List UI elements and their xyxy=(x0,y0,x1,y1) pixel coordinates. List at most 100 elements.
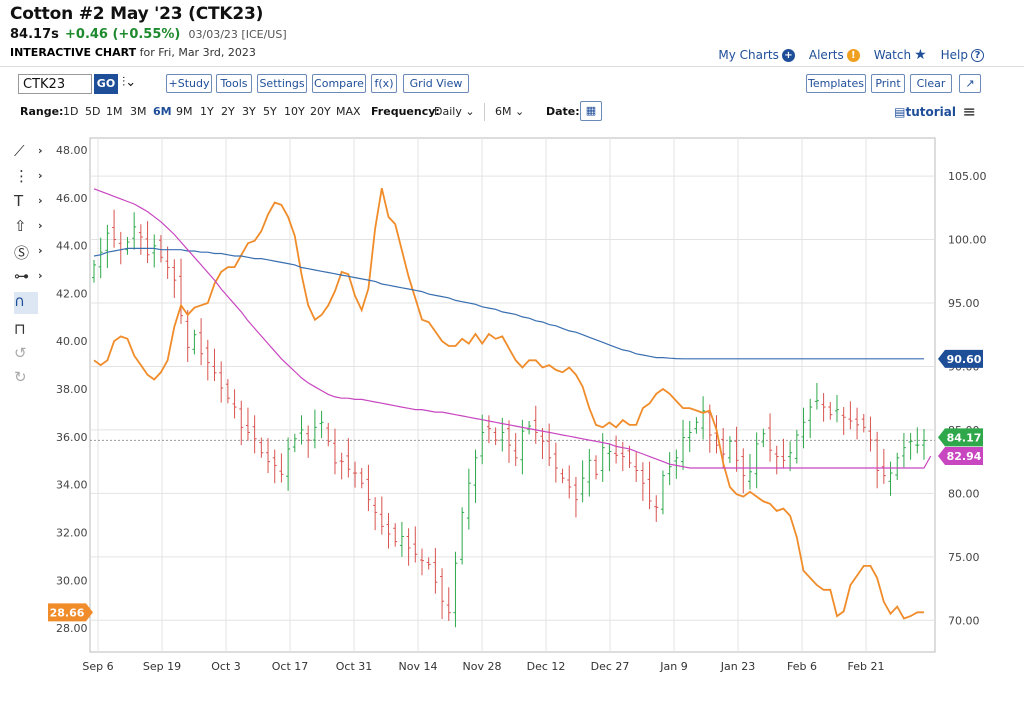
expand-icon[interactable]: ↗ xyxy=(959,74,981,93)
ohlc-bar xyxy=(138,224,143,255)
ohlc-bar xyxy=(252,415,257,454)
symbol-tool[interactable]: Ⓢ › xyxy=(14,242,50,264)
range-9m[interactable]: 9M xyxy=(176,105,193,118)
x-tick-label: Oct 3 xyxy=(211,660,241,673)
range-3y[interactable]: 3Y xyxy=(242,105,256,118)
trendline-tool[interactable]: ⟋ › xyxy=(14,142,50,164)
ohlc-bar xyxy=(694,417,699,434)
ohlc-bar xyxy=(386,513,391,549)
right-tick-label: 85.00 xyxy=(948,424,980,437)
symbol-input[interactable]: CTK23 xyxy=(18,74,92,94)
date-label: Date: xyxy=(546,105,580,118)
range-10y[interactable]: 10Y xyxy=(284,105,305,118)
ohlc-bar xyxy=(245,407,250,441)
ohlc-bar xyxy=(674,449,679,479)
undo-button[interactable]: ↺ xyxy=(14,344,50,366)
tools-button[interactable]: Tools xyxy=(216,74,252,93)
ohlc-bar xyxy=(473,449,478,503)
chart-subtitle-date: for Fri, Mar 3rd, 2023 xyxy=(139,46,256,59)
range-1y[interactable]: 1Y xyxy=(200,105,214,118)
lock-tool[interactable]: ⊓ xyxy=(14,320,50,342)
magnet-tool[interactable]: ∩ xyxy=(14,292,38,314)
redo-icon: ↻ xyxy=(14,368,27,386)
left-tick-label: 42.00 xyxy=(56,287,88,300)
x-tick-label: Nov 28 xyxy=(463,660,502,673)
ohlc-bar xyxy=(788,441,793,472)
ohlc-bar xyxy=(312,409,317,449)
magnet-icon: ∩ xyxy=(14,292,25,310)
text-icon: T xyxy=(14,192,24,210)
ohlc-bar xyxy=(654,495,659,522)
arrow-up-icon: ⇧ xyxy=(14,217,27,235)
ohlc-bar xyxy=(774,445,779,475)
my-charts-link[interactable]: My Charts + xyxy=(718,48,795,62)
ohlc-bar xyxy=(399,521,404,557)
ohlc-bar xyxy=(734,426,739,472)
ohlc-bar xyxy=(125,236,130,255)
range-20y[interactable]: 20Y xyxy=(310,105,331,118)
right-tick-label: 80.00 xyxy=(948,487,980,500)
ohlc-bar xyxy=(828,401,833,420)
last-price-badge: 84.17 xyxy=(938,428,983,447)
arrow-tool[interactable]: ⇧ › xyxy=(14,217,50,239)
ohlc-bar xyxy=(861,414,866,433)
compare-button[interactable]: Compare xyxy=(312,74,366,93)
range-5y[interactable]: 5Y xyxy=(263,105,277,118)
templates-button[interactable]: Templates xyxy=(806,74,866,93)
ohlc-bar xyxy=(513,433,518,467)
help-link[interactable]: Help? xyxy=(941,48,984,62)
fib-tool[interactable]: ⋮ › xyxy=(14,167,50,189)
menu-icon[interactable]: ≡ xyxy=(963,102,976,121)
range-max[interactable]: MAX xyxy=(336,105,361,118)
ohlc-bar xyxy=(118,231,123,265)
alerts-link[interactable]: Alerts! xyxy=(809,48,860,62)
redo-button[interactable]: ↻ xyxy=(14,368,50,390)
long-ma-line xyxy=(93,247,924,360)
clear-button[interactable]: Clear xyxy=(910,74,952,93)
ohlc-bar xyxy=(393,523,398,547)
ohlc-bar xyxy=(446,587,451,621)
ohlc-bar xyxy=(540,427,545,460)
ohlc-bar xyxy=(721,427,726,469)
pattern-tool[interactable]: ⊶ › xyxy=(14,267,50,289)
ohlc-bar xyxy=(353,461,358,488)
go-button[interactable]: GO xyxy=(94,74,118,94)
print-button[interactable]: Print xyxy=(871,74,905,93)
tutorial-link[interactable]: ▤tutorial xyxy=(894,105,956,119)
ohlc-bar xyxy=(620,441,625,472)
last-price: 84.17s xyxy=(10,27,59,42)
range-2y[interactable]: 2Y xyxy=(221,105,235,118)
ohlc-bar xyxy=(714,415,719,454)
text-tool[interactable]: T › xyxy=(14,192,50,214)
line-tool-icon: ⟋ xyxy=(14,142,25,160)
chevron-right-icon: › xyxy=(38,244,43,257)
left-tick-label: 28.00 xyxy=(56,622,88,635)
ohlc-bar xyxy=(781,438,786,469)
x-tick-label: Oct 17 xyxy=(272,660,309,673)
ohlc-bar xyxy=(895,452,900,481)
chart-type-icon[interactable]: ⫶⌄ xyxy=(122,75,136,90)
ohlc-bar xyxy=(346,438,351,478)
frequency-select[interactable]: Daily ⌄ xyxy=(434,105,475,118)
range-1d[interactable]: 1D xyxy=(63,105,78,118)
ohlc-bar xyxy=(486,415,491,444)
chevron-right-icon: › xyxy=(38,269,43,282)
calendar-icon[interactable]: ▦ xyxy=(580,101,602,121)
range-6m[interactable]: 6M xyxy=(153,105,172,118)
period-select[interactable]: 6M ⌄ xyxy=(495,105,524,118)
range-5d[interactable]: 5D xyxy=(85,105,100,118)
ohlc-bar xyxy=(640,462,645,501)
ohlc-bar xyxy=(587,448,592,497)
fx-button[interactable]: f(x) xyxy=(371,74,397,93)
grid-view-button[interactable]: Grid View xyxy=(403,74,469,93)
compare-series-line xyxy=(93,187,924,620)
study-button[interactable]: +Study xyxy=(166,74,212,93)
left-tick-label: 36.00 xyxy=(56,431,88,444)
range-3m[interactable]: 3M xyxy=(130,105,147,118)
settings-button[interactable]: Settings xyxy=(257,74,307,93)
ohlc-bar xyxy=(212,348,217,382)
ohlc-bar xyxy=(266,438,271,474)
range-1m[interactable]: 1M xyxy=(106,105,123,118)
ohlc-bar xyxy=(560,468,565,484)
watch-link[interactable]: Watch ★ xyxy=(874,47,927,63)
